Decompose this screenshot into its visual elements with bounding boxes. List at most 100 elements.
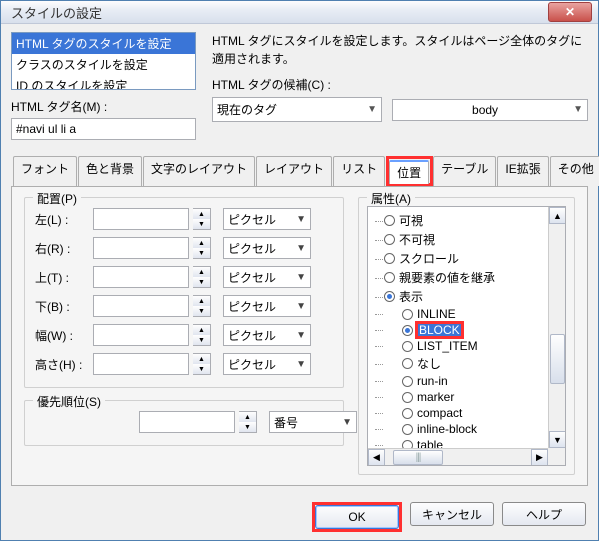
attribute-option[interactable]: 親要素の値を継承 — [370, 268, 563, 287]
tab-other[interactable]: その他 — [550, 156, 599, 186]
placement-spinner[interactable]: ▲▼ — [193, 208, 211, 230]
attribute-label: LIST_ITEM — [417, 339, 478, 353]
spin-down-icon[interactable]: ▼ — [239, 422, 256, 432]
attribute-option[interactable]: なし — [370, 354, 563, 373]
tab-text-layout[interactable]: 文字のレイアウト — [143, 156, 255, 186]
spin-up-icon[interactable]: ▲ — [193, 238, 210, 248]
scroll-left-icon[interactable]: ◀ — [368, 449, 385, 466]
v-scroll-thumb[interactable] — [550, 334, 565, 384]
spin-up-icon[interactable]: ▲ — [193, 296, 210, 306]
attribute-option[interactable]: INLINE — [370, 306, 563, 322]
placement-spinner[interactable]: ▲▼ — [193, 266, 211, 288]
spin-down-icon[interactable]: ▼ — [193, 335, 210, 345]
attribute-option[interactable]: 不可視 — [370, 230, 563, 249]
vertical-scrollbar[interactable]: ▲ ▼ — [548, 207, 565, 448]
tab-table[interactable]: テーブル — [433, 156, 496, 186]
radio-icon[interactable] — [402, 408, 413, 419]
spin-down-icon[interactable]: ▼ — [193, 277, 210, 287]
radio-icon[interactable] — [384, 234, 395, 245]
scroll-right-icon[interactable]: ▶ — [531, 449, 548, 466]
placement-unit-select[interactable]: ピクセル▼ — [223, 208, 311, 230]
placement-legend: 配置(P) — [33, 190, 81, 207]
attribute-option[interactable]: LIST_ITEM — [370, 338, 563, 354]
tree-scroll-area[interactable]: 可視不可視スクロール親要素の値を継承表示INLINEBLOCKLIST_ITEM… — [368, 207, 565, 449]
tab-ie-ext[interactable]: IE拡張 — [497, 156, 548, 186]
attribute-option[interactable]: 可視 — [370, 211, 563, 230]
tab-position[interactable]: 位置 — [389, 160, 429, 184]
placement-input[interactable] — [93, 208, 189, 230]
placement-input[interactable] — [93, 324, 189, 346]
spin-up-icon[interactable]: ▲ — [193, 354, 210, 364]
spin-down-icon[interactable]: ▼ — [193, 364, 210, 374]
placement-input[interactable] — [93, 237, 189, 259]
priority-spinner[interactable]: ▲ ▼ — [239, 411, 257, 433]
attribute-option[interactable]: 表示 — [370, 287, 563, 306]
spin-up-icon[interactable]: ▲ — [193, 267, 210, 277]
spin-up-icon[interactable]: ▲ — [193, 325, 210, 335]
attribute-option[interactable]: スクロール — [370, 249, 563, 268]
attribute-option[interactable]: marker — [370, 389, 563, 405]
style-item-class[interactable]: クラスのスタイルを設定 — [12, 54, 195, 75]
candidate-tag-combo[interactable]: body ▼ — [392, 99, 588, 121]
placement-input[interactable] — [93, 266, 189, 288]
attribute-option[interactable]: run-in — [370, 373, 563, 389]
close-icon: ✕ — [565, 5, 575, 19]
radio-icon[interactable] — [402, 325, 413, 336]
help-button[interactable]: ヘルプ — [502, 502, 586, 526]
style-item-id[interactable]: ID のスタイルを設定 — [12, 75, 195, 90]
tab-position-highlight: 位置 — [386, 156, 433, 186]
tab-font[interactable]: フォント — [13, 156, 77, 186]
placement-label: 右(R) : — [35, 240, 89, 257]
h-scroll-thumb[interactable]: ||| — [393, 450, 443, 465]
titlebar[interactable]: スタイルの設定 ✕ — [1, 1, 598, 24]
radio-icon[interactable] — [402, 358, 413, 369]
priority-input[interactable] — [139, 411, 235, 433]
attribute-option[interactable]: compact — [370, 405, 563, 421]
radio-icon[interactable] — [402, 376, 413, 387]
tab-layout[interactable]: レイアウト — [256, 156, 332, 186]
attribute-option[interactable]: inline-block — [370, 421, 563, 437]
spin-down-icon[interactable]: ▼ — [193, 306, 210, 316]
style-item-html[interactable]: HTML タグのスタイルを設定 — [12, 33, 195, 54]
tab-color-bg[interactable]: 色と背景 — [78, 156, 142, 186]
spin-up-icon[interactable]: ▲ — [193, 209, 210, 219]
placement-unit-select[interactable]: ピクセル▼ — [223, 295, 311, 317]
spin-down-icon[interactable]: ▼ — [193, 219, 210, 229]
placement-spinner[interactable]: ▲▼ — [193, 324, 211, 346]
placement-spinner[interactable]: ▲▼ — [193, 353, 211, 375]
priority-unit-select[interactable]: 番号 ▼ — [269, 411, 357, 433]
radio-icon[interactable] — [384, 272, 395, 283]
radio-icon[interactable] — [402, 424, 413, 435]
placement-label: 高さ(H) : — [35, 356, 89, 373]
scroll-up-icon[interactable]: ▲ — [549, 207, 566, 224]
v-scroll-track[interactable] — [549, 224, 565, 431]
placement-unit-select[interactable]: ピクセル▼ — [223, 353, 311, 375]
placement-input[interactable] — [93, 353, 189, 375]
scroll-down-icon[interactable]: ▼ — [549, 431, 566, 448]
attribute-option[interactable]: BLOCK — [370, 322, 563, 338]
style-type-list[interactable]: HTML タグのスタイルを設定 クラスのスタイルを設定 ID のスタイルを設定 — [11, 32, 196, 90]
placement-unit-select[interactable]: ピクセル▼ — [223, 324, 311, 346]
html-tag-name-input[interactable] — [11, 118, 196, 140]
placement-spinner[interactable]: ▲▼ — [193, 295, 211, 317]
placement-unit-select[interactable]: ピクセル▼ — [223, 266, 311, 288]
placement-unit-select[interactable]: ピクセル▼ — [223, 237, 311, 259]
horizontal-scrollbar[interactable]: ◀ ||| ▶ — [368, 448, 548, 465]
radio-icon[interactable] — [384, 253, 395, 264]
cancel-button[interactable]: キャンセル — [410, 502, 494, 526]
placement-spinner[interactable]: ▲▼ — [193, 237, 211, 259]
ok-button[interactable]: OK — [315, 505, 399, 529]
radio-icon[interactable] — [384, 215, 395, 226]
attributes-tree[interactable]: 可視不可視スクロール親要素の値を継承表示INLINEBLOCKLIST_ITEM… — [367, 206, 566, 466]
tab-list[interactable]: リスト — [333, 156, 385, 186]
radio-icon[interactable] — [402, 309, 413, 320]
spin-up-icon[interactable]: ▲ — [239, 412, 256, 422]
spin-down-icon[interactable]: ▼ — [193, 248, 210, 258]
h-scroll-track[interactable]: ||| — [385, 449, 531, 466]
candidate-current-combo[interactable]: 現在のタグ ▼ — [212, 97, 382, 122]
radio-icon[interactable] — [384, 291, 395, 302]
radio-icon[interactable] — [402, 392, 413, 403]
placement-input[interactable] — [93, 295, 189, 317]
radio-icon[interactable] — [402, 341, 413, 352]
close-button[interactable]: ✕ — [548, 2, 592, 22]
